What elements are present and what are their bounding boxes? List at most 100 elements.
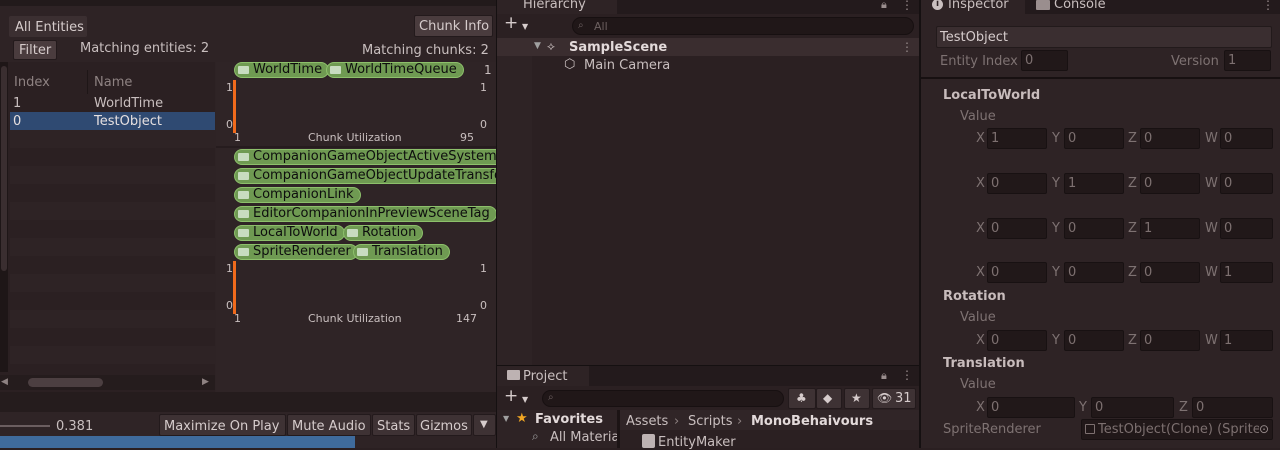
- m23-field[interactable]: 0: [1220, 218, 1273, 239]
- lock-icon[interactable]: 🔒︎: [881, 369, 887, 383]
- file-item[interactable]: EntityMaker: [639, 434, 919, 449]
- inspector-tab[interactable]: i Inspector: [921, 0, 1025, 14]
- favorite-filter-button[interactable]: ★: [844, 388, 870, 409]
- z-label: Z: [1128, 265, 1137, 280]
- chunk-utilization-label: Chunk Utilization: [308, 312, 402, 325]
- breadcrumb-item-current[interactable]: MonoBehaivours: [751, 415, 873, 428]
- component-tag[interactable]: CompanionGameObjectUpdateTransformSystem…: [234, 168, 496, 184]
- translation-z-field[interactable]: 0: [1192, 397, 1273, 418]
- rotation-title[interactable]: Rotation: [943, 289, 1006, 304]
- splitter-horizontal[interactable]: [497, 365, 919, 366]
- table-row-selected[interactable]: 0 TestObject: [10, 112, 215, 130]
- object-name-field[interactable]: TestObject: [936, 26, 1272, 48]
- entity-list[interactable]: Index Name 1 WorldTime 0 TestObject ◀ ▶: [0, 62, 215, 392]
- m22-field[interactable]: 1: [1140, 218, 1200, 239]
- m11-field[interactable]: 1: [1064, 173, 1124, 194]
- y-label: Y: [1052, 265, 1060, 280]
- menu-dots-icon[interactable]: ⋮: [1262, 0, 1274, 12]
- menu-dots-icon[interactable]: ⋮: [901, 368, 913, 382]
- add-dropdown-icon[interactable]: ▼: [522, 22, 528, 31]
- component-tag[interactable]: CompanionLink: [234, 187, 361, 203]
- translation-y-field[interactable]: 0: [1091, 397, 1174, 418]
- scale-slider[interactable]: [0, 425, 50, 427]
- component-tag[interactable]: WorldTimeQueue: [326, 62, 464, 78]
- scale-value: 0.381: [56, 419, 94, 434]
- m12-field[interactable]: 0: [1140, 173, 1200, 194]
- component-tag[interactable]: SpriteRenderer: [234, 244, 358, 260]
- column-header-index[interactable]: Index: [14, 76, 50, 89]
- add-icon[interactable]: +: [504, 388, 518, 405]
- translation-x-field[interactable]: 0: [987, 397, 1075, 418]
- filter-label-button[interactable]: ◆: [816, 388, 842, 409]
- expand-arrow-icon[interactable]: ▼: [534, 41, 541, 51]
- m03-field[interactable]: 0: [1220, 128, 1273, 149]
- add-dropdown-icon[interactable]: ▼: [522, 395, 528, 404]
- horizontal-scrollbar-thumb[interactable]: [28, 378, 103, 387]
- table-row[interactable]: 1 WorldTime: [10, 94, 215, 112]
- rotation-w-field[interactable]: 1: [1220, 330, 1273, 351]
- splitter-vertical[interactable]: [496, 0, 497, 448]
- version-field[interactable]: 1: [1224, 50, 1271, 71]
- vertical-scrollbar-thumb[interactable]: [1, 66, 7, 271]
- m02-field[interactable]: 0: [1140, 128, 1200, 149]
- component-tag[interactable]: Rotation: [343, 225, 424, 241]
- menu-dots-icon[interactable]: ⋮: [901, 0, 913, 12]
- m21-field[interactable]: 0: [1064, 218, 1124, 239]
- mute-audio-button[interactable]: Mute Audio: [287, 414, 371, 436]
- filter-button[interactable]: Filter: [13, 40, 57, 60]
- rotation-x-field[interactable]: 0: [987, 330, 1047, 351]
- filter-type-button[interactable]: ♣: [788, 388, 816, 409]
- hierarchy-tab[interactable]: Hierarchy: [497, 0, 617, 14]
- section-divider: [921, 77, 1280, 79]
- translation-title[interactable]: Translation: [943, 356, 1025, 371]
- breadcrumb-item[interactable]: Assets: [626, 415, 668, 428]
- entity-index-field[interactable]: 0: [1021, 50, 1068, 71]
- chunk-info-button[interactable]: Chunk Info: [414, 15, 493, 37]
- add-icon[interactable]: +: [504, 15, 518, 32]
- sprite-renderer-object-field[interactable]: TestObject(Clone) (Sprite ⊙: [1081, 419, 1273, 440]
- favorites-label[interactable]: Favorites: [535, 413, 603, 426]
- m20-field[interactable]: 0: [987, 218, 1047, 239]
- project-tab[interactable]: Project: [497, 366, 589, 386]
- scene-menu-icon[interactable]: ⋮: [901, 40, 913, 54]
- rotation-y-field[interactable]: 0: [1064, 330, 1124, 351]
- gizmos-dropdown-icon[interactable]: ▼: [473, 414, 496, 436]
- expand-arrow-icon[interactable]: ▼: [503, 414, 509, 423]
- horizontal-scrollbar[interactable]: ◀ ▶: [0, 375, 215, 390]
- splitter-vertical[interactable]: [919, 0, 921, 448]
- m32-field[interactable]: 0: [1140, 262, 1200, 283]
- object-picker-icon[interactable]: ⊙: [1259, 420, 1270, 439]
- m31-field[interactable]: 0: [1064, 262, 1124, 283]
- lock-icon[interactable]: 🔒︎: [881, 0, 887, 12]
- component-tag[interactable]: Translation: [353, 244, 450, 260]
- scene-row[interactable]: ▼ ⟡ SampleScene ⋮: [497, 38, 919, 56]
- m00-field[interactable]: 1: [987, 128, 1047, 149]
- local-to-world-title[interactable]: LocalToWorld: [943, 88, 1040, 103]
- scroll-right-icon[interactable]: ▶: [202, 377, 209, 387]
- breadcrumb-item[interactable]: Scripts: [688, 415, 732, 428]
- rotation-z-field[interactable]: 0: [1140, 330, 1200, 351]
- column-header-name[interactable]: Name: [94, 76, 132, 89]
- all-entities-tab[interactable]: All Entities: [9, 16, 87, 37]
- console-tab[interactable]: Console: [1025, 0, 1135, 14]
- hierarchy-search-input[interactable]: ⌕ All: [572, 17, 914, 35]
- hidden-packages-button[interactable]: 👁︎ 31: [872, 388, 916, 409]
- favorite-item[interactable]: All Materia: [550, 431, 619, 444]
- m01-field[interactable]: 0: [1064, 128, 1124, 149]
- m30-field[interactable]: 0: [987, 262, 1047, 283]
- component-tag[interactable]: EditorCompanionInPreviewSceneTag: [234, 206, 496, 222]
- m10-field[interactable]: 0: [987, 173, 1047, 194]
- gizmos-button[interactable]: Gizmos: [416, 414, 472, 436]
- project-search-input[interactable]: ⌕: [542, 390, 784, 407]
- next-section-cutoff: [943, 442, 1043, 448]
- hierarchy-item[interactable]: ⬡ Main Camera: [497, 56, 919, 74]
- hidden-count: 31: [895, 391, 912, 406]
- stats-button[interactable]: Stats: [372, 414, 415, 436]
- scroll-left-icon[interactable]: ◀: [1, 377, 8, 387]
- component-tag[interactable]: LocalToWorld: [234, 225, 345, 241]
- m13-field[interactable]: 0: [1220, 173, 1273, 194]
- m33-field[interactable]: 1: [1220, 262, 1273, 283]
- component-tag[interactable]: CompanionGameObjectActiveSystemState: [234, 149, 496, 165]
- maximize-on-play-button[interactable]: Maximize On Play: [159, 414, 286, 436]
- component-tag[interactable]: WorldTime: [234, 62, 330, 78]
